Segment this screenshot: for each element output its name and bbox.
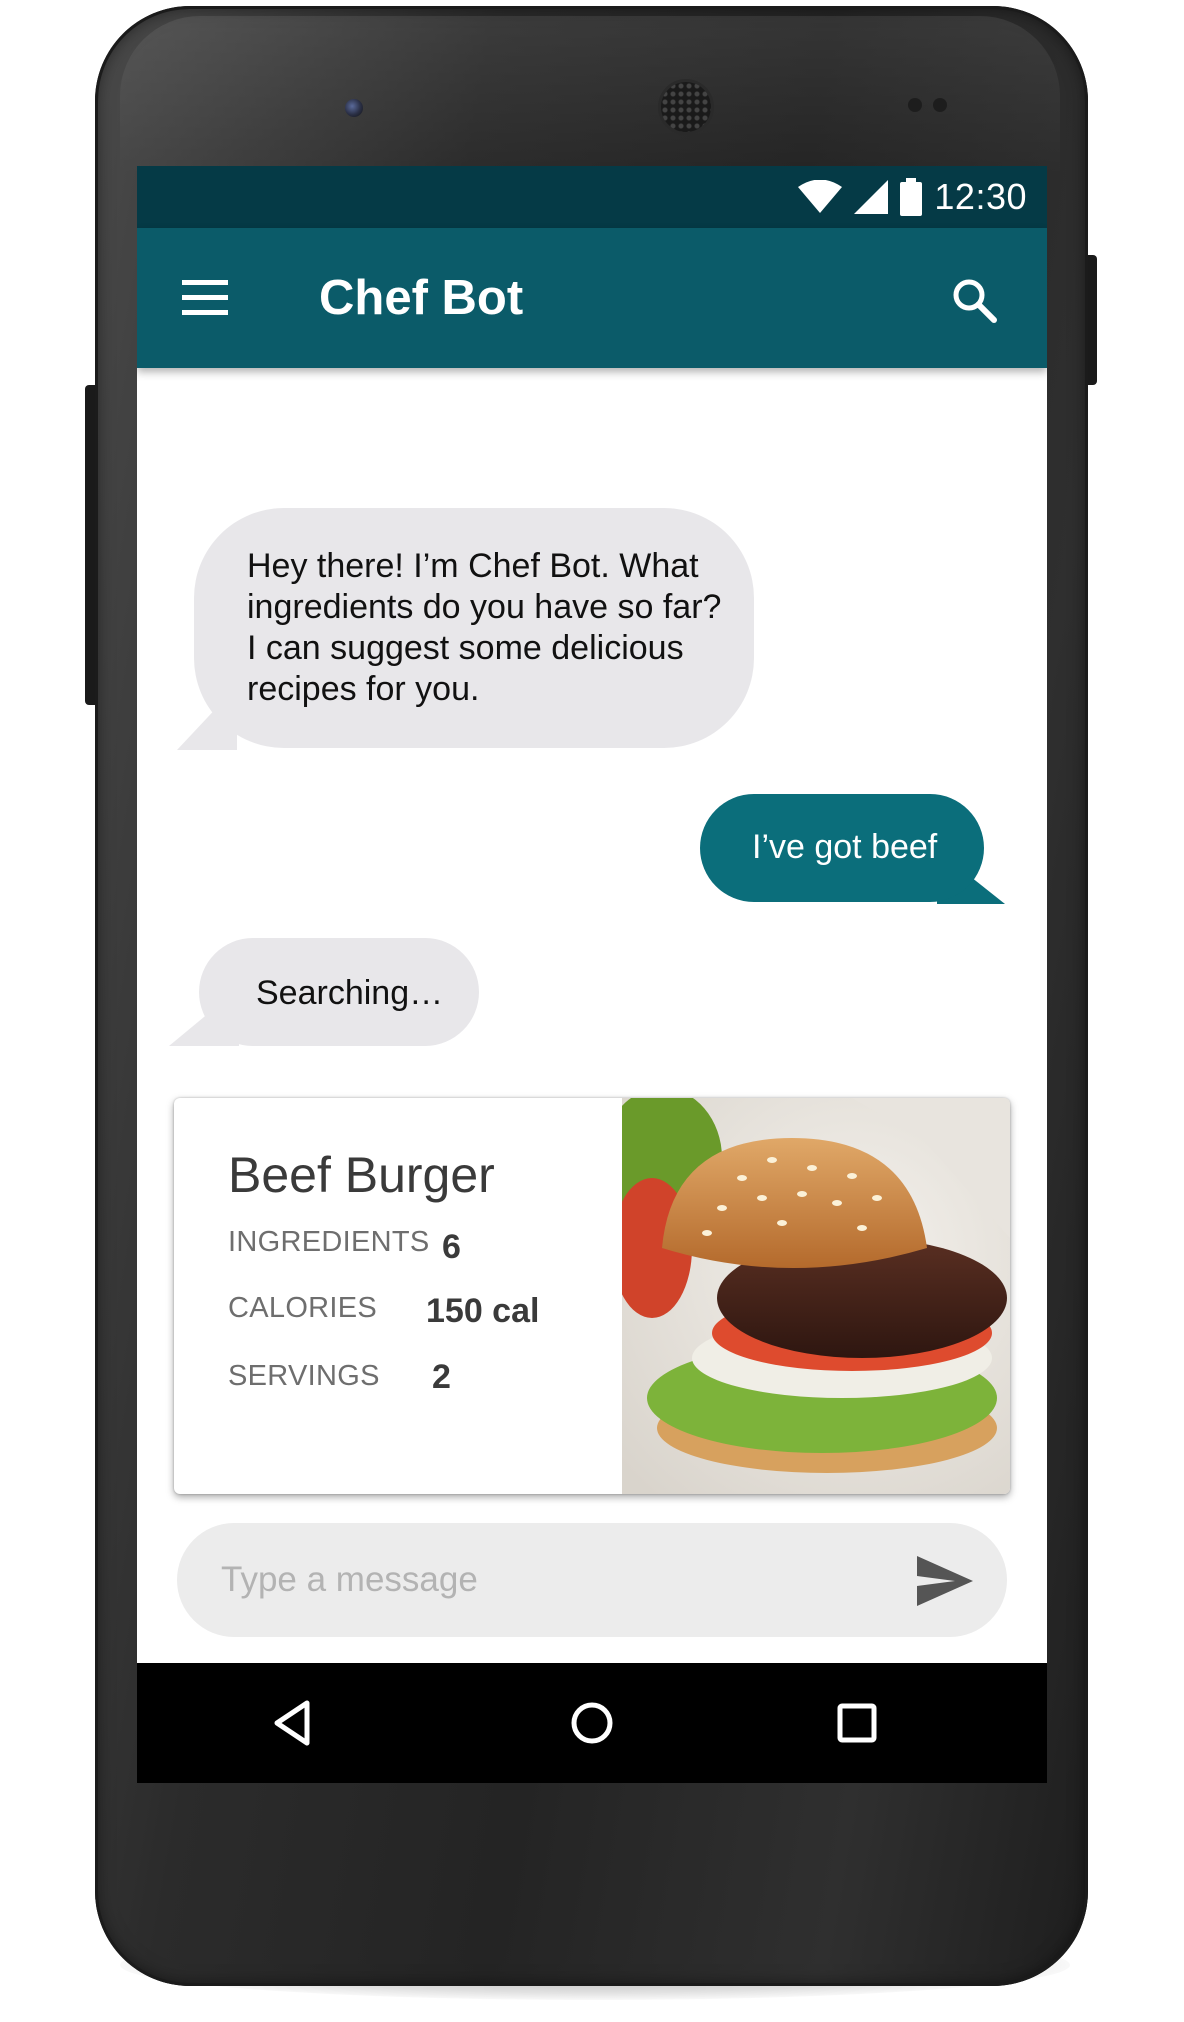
search-icon[interactable] bbox=[950, 276, 998, 324]
send-icon[interactable] bbox=[917, 1556, 973, 1606]
calories-label: CALORIES bbox=[228, 1292, 378, 1324]
recipe-title: Beef Burger bbox=[228, 1147, 495, 1203]
light-sensor bbox=[933, 98, 947, 112]
beef-burger-photo bbox=[622, 1098, 1010, 1494]
app-title: Chef Bot bbox=[319, 271, 524, 325]
wifi-icon bbox=[798, 180, 843, 213]
status-icons: 12:30 bbox=[798, 176, 1027, 218]
servings-value: 2 bbox=[432, 1358, 451, 1396]
device-mockup-stage: 12:30 Chef Bot Hey there! I’m Chef Bot. … bbox=[0, 0, 1184, 2022]
message-input[interactable] bbox=[219, 1551, 863, 1609]
earpiece-speaker bbox=[661, 82, 711, 132]
servings-label: SERVINGS bbox=[228, 1360, 380, 1392]
ingredients-label: INGREDIENTS bbox=[228, 1226, 430, 1258]
front-camera bbox=[345, 99, 363, 117]
status-time: 12:30 bbox=[934, 176, 1027, 217]
recipe-card[interactable]: Beef Burger INGREDIENTS 6 CALORIES 150 c… bbox=[174, 1098, 1010, 1494]
phone-screen: 12:30 Chef Bot Hey there! I’m Chef Bot. … bbox=[137, 166, 1047, 1783]
proximity-sensor bbox=[908, 98, 922, 112]
calories-value: 150 cal bbox=[426, 1292, 540, 1330]
home-icon[interactable] bbox=[562, 1693, 622, 1753]
chat-thread: Hey there! I’m Chef Bot. What ingredient… bbox=[137, 368, 1047, 1648]
message-composer bbox=[177, 1523, 1007, 1637]
status-bar: 12:30 bbox=[137, 166, 1047, 228]
bot-message: Searching… bbox=[199, 938, 479, 1046]
app-bar: Chef Bot bbox=[137, 228, 1047, 368]
back-icon[interactable] bbox=[263, 1693, 323, 1753]
cell-signal-icon bbox=[854, 180, 889, 214]
battery-icon bbox=[900, 178, 923, 216]
menu-icon[interactable] bbox=[182, 280, 228, 316]
user-message: I’ve got beef bbox=[700, 794, 984, 902]
bot-message: Hey there! I’m Chef Bot. What ingredient… bbox=[194, 508, 754, 748]
system-nav-bar bbox=[137, 1663, 1047, 1783]
phone-highlight bbox=[120, 16, 1060, 176]
ingredients-value: 6 bbox=[442, 1228, 461, 1266]
recents-icon[interactable] bbox=[827, 1693, 887, 1753]
